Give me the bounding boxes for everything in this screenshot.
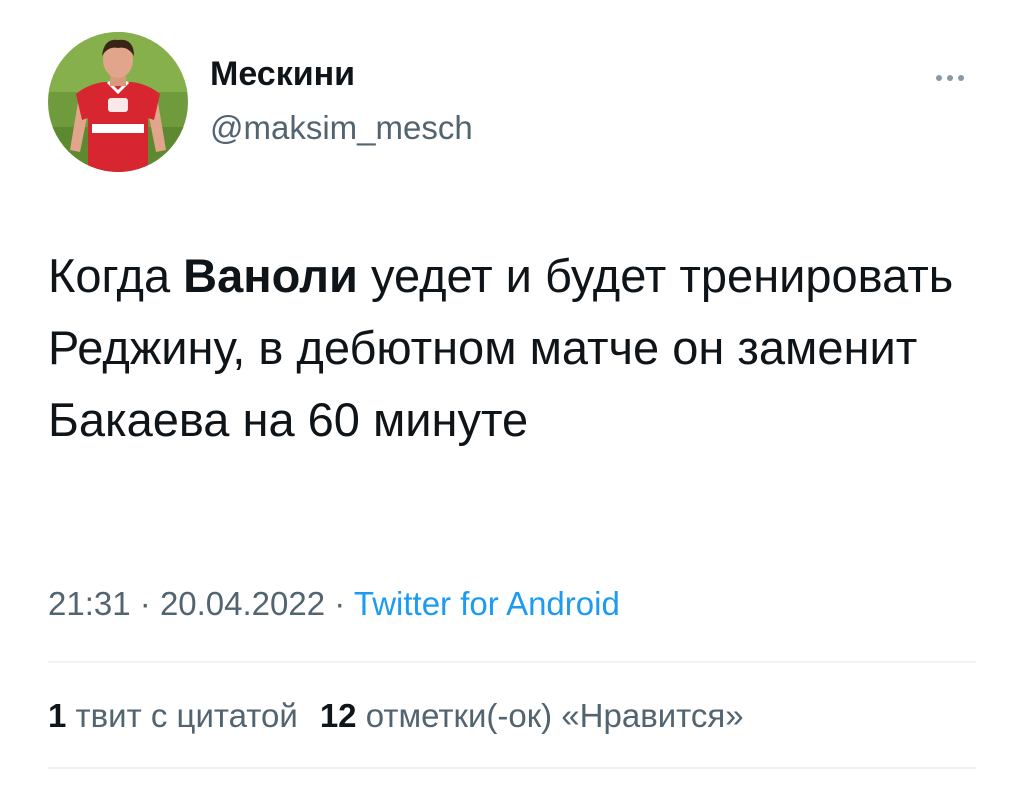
tweet-text: Когда Ваноли уедет и будет тренировать Р…	[48, 240, 978, 456]
tweet-stats: 1 твит с цитатой 12 отметки(-ок) «Нравитс…	[48, 694, 766, 738]
tweet-date[interactable]: 20.04.2022	[160, 585, 325, 622]
tweet-text-bold: Ваноли	[183, 249, 358, 302]
tweet-source-link[interactable]: Twitter for Android	[354, 585, 620, 622]
author-avatar[interactable]	[48, 32, 188, 172]
more-options-button[interactable]	[930, 66, 970, 90]
divider	[48, 661, 976, 663]
quotes-count: 1	[48, 697, 67, 734]
author-handle[interactable]: @maksim_mesch	[210, 108, 473, 148]
likes-stat[interactable]: 12 отметки(-ок) «Нравится»	[320, 697, 744, 734]
likes-count: 12	[319, 697, 357, 734]
likes-label: отметки(-ок) «Нравится»	[365, 697, 744, 734]
tweet-meta: 21:31 · 20.04.2022 · Twitter for Android	[48, 582, 620, 626]
meta-separator: ·	[334, 585, 346, 622]
avatar-photo-icon	[48, 32, 188, 172]
tweet-time[interactable]: 21:31	[48, 585, 131, 622]
tweet-text-start: Когда	[48, 249, 184, 302]
meta-separator: ·	[139, 585, 151, 622]
tweet-card: Мескини @maksim_mesch Когда Ваноли уедет…	[0, 0, 1024, 789]
quotes-label: твит с цитатой	[75, 697, 298, 734]
author-display-name[interactable]: Мескини	[210, 52, 355, 96]
divider	[48, 767, 976, 769]
more-dots-icon	[936, 75, 964, 81]
quote-tweets-stat[interactable]: 1 твит с цитатой	[48, 697, 298, 734]
